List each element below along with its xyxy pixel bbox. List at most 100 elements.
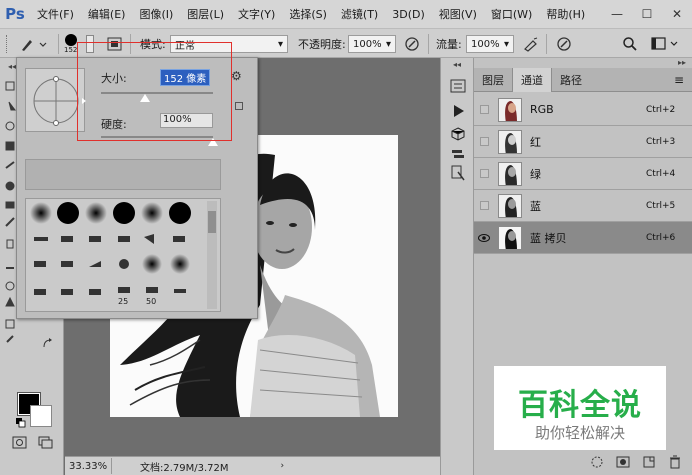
- search-button[interactable]: [622, 29, 638, 59]
- channel-row-rgb[interactable]: RGB Ctrl+2: [474, 94, 692, 126]
- channel-thumbnail: [498, 97, 522, 122]
- brush-presets-grid[interactable]: 25 50: [25, 198, 221, 312]
- channel-shortcut: Ctrl+2: [646, 104, 676, 115]
- minimize-button[interactable]: —: [602, 0, 632, 28]
- visibility-toggle[interactable]: [479, 169, 489, 178]
- close-button[interactable]: ✕: [662, 0, 692, 28]
- menu-help[interactable]: 帮助(H): [539, 6, 592, 22]
- pressure-size-icon: [557, 37, 571, 51]
- zoom-level[interactable]: 33.33%: [65, 461, 111, 472]
- opacity-value: 100%: [353, 38, 382, 50]
- brush-stroke-preview: [25, 159, 221, 190]
- maximize-button[interactable]: ☐: [632, 0, 662, 28]
- channel-name: 蓝: [530, 199, 541, 213]
- window-controls: — ☐ ✕: [602, 0, 692, 28]
- quick-mask-icon[interactable]: [12, 436, 28, 453]
- eye-icon[interactable]: [474, 222, 494, 254]
- channel-thumbnail: [498, 129, 522, 154]
- tab-channels[interactable]: 通道: [512, 68, 552, 92]
- menu-type[interactable]: 文字(Y): [231, 6, 282, 22]
- tab-layers[interactable]: 图层: [474, 68, 512, 92]
- chevron-down-icon: ▾: [503, 38, 509, 50]
- play-icon: [454, 105, 464, 117]
- menu-image[interactable]: 图像(I): [132, 6, 180, 22]
- brush-size-readout: 152: [64, 46, 78, 54]
- pressure-size-button[interactable]: [556, 29, 572, 59]
- cube-icon: [451, 127, 465, 141]
- brush-tool-preset-button[interactable]: [18, 29, 48, 59]
- menu-select[interactable]: 选择(S): [282, 6, 334, 22]
- flow-label: 流量:: [436, 38, 462, 51]
- 3d-panel-button[interactable]: [450, 126, 466, 145]
- channel-thumbnail: [498, 225, 522, 250]
- pressure-opacity-button[interactable]: [404, 29, 420, 59]
- history-panel-button[interactable]: [449, 78, 467, 97]
- new-channel-icon[interactable]: [642, 455, 656, 469]
- preset-size-label: 50: [146, 297, 157, 306]
- opacity-input[interactable]: 100% ▾: [348, 35, 396, 53]
- save-selection-icon[interactable]: [616, 455, 630, 469]
- channel-row-blue[interactable]: 蓝 Ctrl+5: [474, 190, 692, 222]
- brush-size-picker[interactable]: 152: [64, 29, 77, 59]
- airbrush-icon: [524, 37, 538, 52]
- gear-icon[interactable]: ⚙: [231, 69, 242, 83]
- chevron-down-icon: ▾: [385, 38, 391, 50]
- clone-source-icon: [451, 165, 465, 181]
- flow-input[interactable]: 100% ▾: [466, 35, 514, 53]
- actions-panel-button[interactable]: [452, 104, 466, 121]
- background-color-swatch[interactable]: [30, 405, 52, 427]
- menu-view[interactable]: 视图(V): [432, 6, 484, 22]
- channel-thumbnail: [498, 161, 522, 186]
- paths-tool-button[interactable]: [450, 164, 466, 185]
- channel-row-red[interactable]: 红 Ctrl+3: [474, 126, 692, 158]
- load-selection-icon[interactable]: [590, 455, 604, 469]
- channel-row-blue-copy[interactable]: 蓝 拷贝 Ctrl+6: [474, 222, 692, 254]
- expand-arrows-icon[interactable]: ◂◂: [453, 60, 461, 69]
- visibility-toggle[interactable]: [479, 137, 489, 146]
- menu-window[interactable]: 窗口(W): [484, 6, 539, 22]
- channels-panel-footer: [474, 448, 692, 475]
- menu-3d[interactable]: 3D(D): [385, 8, 432, 21]
- new-preset-icon[interactable]: [235, 102, 243, 110]
- tab-paths[interactable]: 路径: [552, 68, 590, 92]
- panel-tab-bar: 图层 通道 路径 ≡: [474, 68, 692, 92]
- workspace-switcher[interactable]: [650, 29, 682, 59]
- channel-shortcut: Ctrl+3: [646, 136, 676, 147]
- channel-shortcut: Ctrl+4: [646, 168, 676, 179]
- menu-filter[interactable]: 滤镜(T): [334, 6, 385, 22]
- status-menu-arrow-icon[interactable]: ›: [281, 461, 285, 471]
- swap-colors-icon[interactable]: [42, 338, 54, 353]
- options-grip-icon: [6, 29, 9, 59]
- channel-row-green[interactable]: 绿 Ctrl+4: [474, 158, 692, 190]
- history-icon: [450, 79, 466, 93]
- brush-tip-preview-icon: [64, 34, 77, 46]
- default-colors-icon[interactable]: [16, 418, 26, 431]
- stack-icon: [452, 150, 464, 158]
- channel-name: RGB: [530, 103, 554, 116]
- menu-layer[interactable]: 图层(L): [180, 6, 231, 22]
- document-size-info: 文档:2.79M/3.72M: [140, 462, 229, 474]
- watermark-subtitle: 助你轻松解决: [534, 424, 625, 442]
- panel-menu-icon[interactable]: ≡: [674, 68, 692, 91]
- visibility-toggle[interactable]: [479, 105, 489, 114]
- photoshop-logo: Ps: [5, 5, 25, 23]
- channel-shortcut: Ctrl+5: [646, 200, 676, 211]
- menu-bar: Ps 文件(F) 编辑(E) 图像(I) 图层(L) 文字(Y) 选择(S) 滤…: [0, 0, 692, 28]
- collapsed-panels-strip: ◂◂: [440, 58, 474, 475]
- brush-angle-preview[interactable]: [25, 68, 86, 132]
- trash-icon[interactable]: [668, 455, 682, 469]
- collapse-arrows-icon[interactable]: ◂◂: [8, 62, 16, 71]
- menu-file[interactable]: 文件(F): [30, 6, 81, 22]
- collapse-to-icons-icon[interactable]: ▸▸: [678, 58, 686, 67]
- brush-presets-illustration: [30, 201, 217, 309]
- pressure-opacity-icon: [405, 37, 419, 51]
- screen-mode-icon[interactable]: [38, 436, 54, 453]
- visibility-toggle[interactable]: [479, 201, 489, 210]
- channel-shortcut: Ctrl+6: [646, 232, 676, 243]
- layer-comps-button[interactable]: [450, 146, 466, 165]
- menu-edit[interactable]: 编辑(E): [81, 6, 133, 22]
- brush-icon: [22, 40, 47, 51]
- channel-name: 蓝 拷贝: [530, 231, 567, 245]
- channel-name: 红: [530, 135, 541, 149]
- airbrush-button[interactable]: [522, 29, 540, 59]
